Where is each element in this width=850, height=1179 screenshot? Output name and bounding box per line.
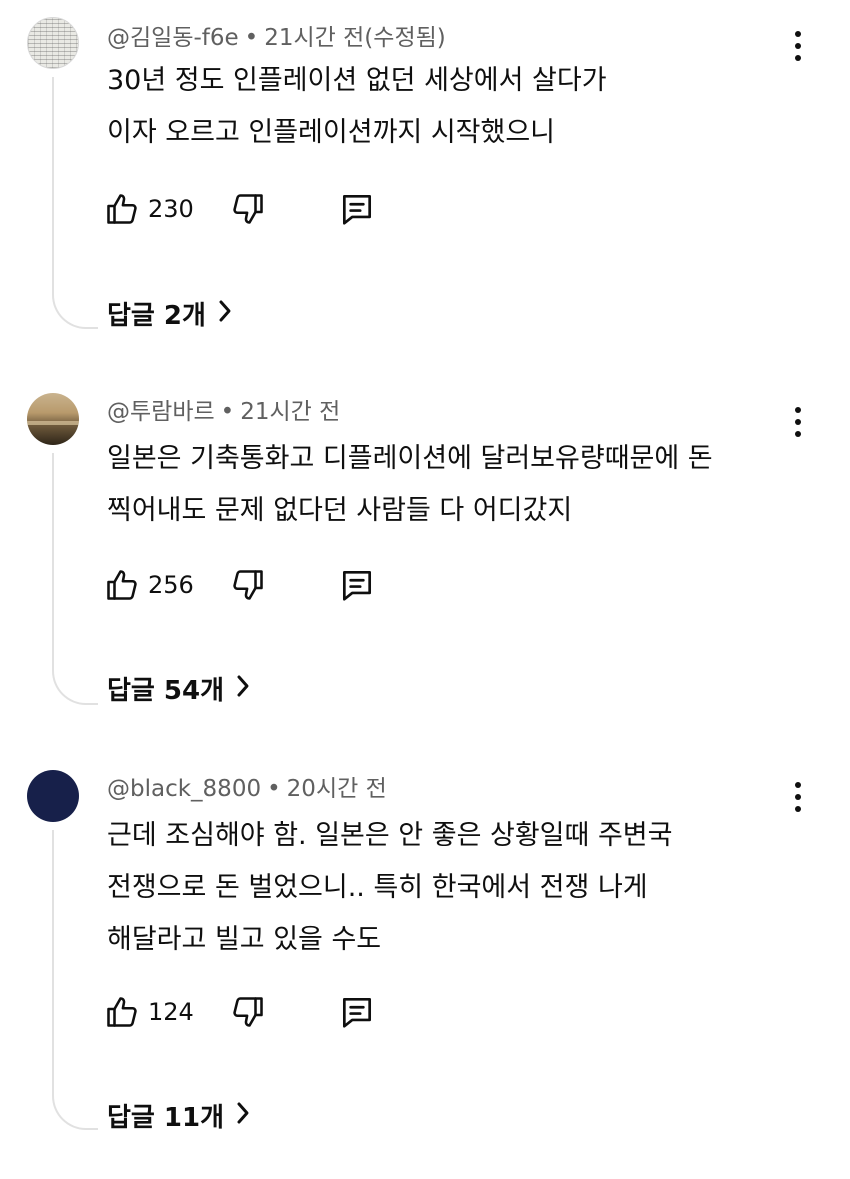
comment-icon [338, 566, 376, 604]
thread-connector-line [52, 453, 98, 705]
thumbs-down-icon [230, 567, 266, 603]
more-options-button[interactable] [790, 31, 806, 61]
comment-icon [338, 993, 376, 1031]
replies-count-label: 답글 11개 [107, 1102, 224, 1133]
replies-count-label: 답글 54개 [107, 675, 224, 706]
comment-timestamp[interactable]: 21시간 전 [240, 399, 340, 425]
more-dot [795, 55, 801, 61]
comment-line: 해달라고 빌고 있을 수도 [107, 924, 382, 955]
comment-meta: @투람바르 • 21시간 전 [107, 397, 340, 427]
replies-count-label: 답글 2개 [107, 300, 206, 331]
comment-line: 이자 오르고 인플레이션까지 시작했으니 [107, 117, 556, 148]
reply-button[interactable] [338, 189, 376, 229]
more-dot [795, 794, 801, 800]
more-options-button[interactable] [790, 407, 806, 437]
thumbs-up-icon [104, 567, 140, 603]
like-button[interactable]: 230 [104, 189, 194, 229]
comment-actions: 256 [104, 565, 404, 605]
comment-line: 전쟁으로 돈 벌었으니.. 특히 한국에서 전쟁 나게 [107, 872, 648, 903]
comment-text: 근데 조심해야 함. 일본은 안 좋은 상황일때 주변국 전쟁으로 돈 벌었으니… [107, 810, 672, 966]
reply-button[interactable] [338, 565, 376, 605]
more-dot [795, 806, 801, 812]
like-count: 230 [148, 195, 194, 223]
more-options-button[interactable] [790, 782, 806, 812]
dislike-button[interactable] [230, 992, 266, 1032]
comment-actions: 230 [104, 189, 404, 229]
like-count: 124 [148, 998, 194, 1026]
author-handle[interactable]: @black_8800 [107, 776, 261, 802]
chevron-right-icon [206, 298, 234, 333]
view-replies-button[interactable]: 답글 11개 [107, 1100, 252, 1135]
comment-timestamp[interactable]: 21시간 전(수정됨) [264, 25, 445, 51]
more-vertical-icon [795, 31, 801, 37]
thumbs-up-icon [104, 994, 140, 1030]
comment-actions: 124 [104, 992, 404, 1032]
thread-connector-line [52, 830, 98, 1130]
author-handle[interactable]: @투람바르 [107, 399, 215, 425]
more-dot [795, 43, 801, 49]
more-dot [795, 419, 801, 425]
meta-separator: • [220, 399, 235, 425]
meta-separator: • [244, 25, 259, 51]
comment-line: 찍어내도 문제 없다던 사람들 다 어디갔지 [107, 495, 573, 526]
dislike-button[interactable] [230, 189, 266, 229]
comment-line: 일본은 기축통화고 디플레이션에 달러보유량때문에 돈 [107, 443, 713, 474]
comment-meta: @black_8800 • 20시간 전 [107, 774, 387, 804]
like-button[interactable]: 124 [104, 992, 194, 1032]
comment-timestamp[interactable]: 20시간 전 [287, 776, 387, 802]
more-dot [795, 431, 801, 437]
chevron-right-icon [224, 673, 252, 708]
avatar[interactable] [27, 393, 79, 445]
chevron-right-icon [224, 1100, 252, 1135]
author-handle[interactable]: @김일동-f6e [107, 25, 239, 51]
meta-separator: • [267, 776, 281, 802]
reply-button[interactable] [338, 992, 376, 1032]
comment-thread: @김일동-f6e • 21시간 전(수정됨) 30년 정도 인플레이션 없던 세상에… [0, 17, 850, 337]
comment-line: 30년 정도 인플레이션 없던 세상에서 살다가 [107, 65, 607, 96]
comment-line: 근데 조심해야 함. 일본은 안 좋은 상황일때 주변국 [107, 820, 673, 851]
thumbs-down-icon [230, 994, 266, 1030]
view-replies-button[interactable]: 답글 54개 [107, 673, 252, 708]
more-vertical-icon [795, 782, 801, 788]
comment-icon [338, 190, 376, 228]
like-count: 256 [148, 571, 194, 599]
dislike-button[interactable] [230, 565, 266, 605]
avatar[interactable] [27, 17, 79, 69]
comment-text: 일본은 기축통화고 디플레이션에 달러보유량때문에 돈 찍어내도 문제 없다던 … [107, 433, 713, 537]
thread-connector-line [52, 77, 98, 329]
like-button[interactable]: 256 [104, 565, 194, 605]
view-replies-button[interactable]: 답글 2개 [107, 298, 234, 333]
thumbs-down-icon [230, 191, 266, 227]
avatar[interactable] [27, 770, 79, 822]
comment-thread: @black_8800 • 20시간 전 근데 조심해야 함. 일본은 안 좋은 상… [0, 770, 850, 1150]
more-vertical-icon [795, 407, 801, 413]
comment-thread: @투람바르 • 21시간 전 일본은 기축통화고 디플레이션에 달러보유량때문에 돈… [0, 393, 850, 713]
comment-text: 30년 정도 인플레이션 없던 세상에서 살다가 이자 오르고 인플레이션까지 … [107, 55, 607, 159]
thumbs-up-icon [104, 191, 140, 227]
comment-meta: @김일동-f6e • 21시간 전(수정됨) [107, 23, 446, 53]
